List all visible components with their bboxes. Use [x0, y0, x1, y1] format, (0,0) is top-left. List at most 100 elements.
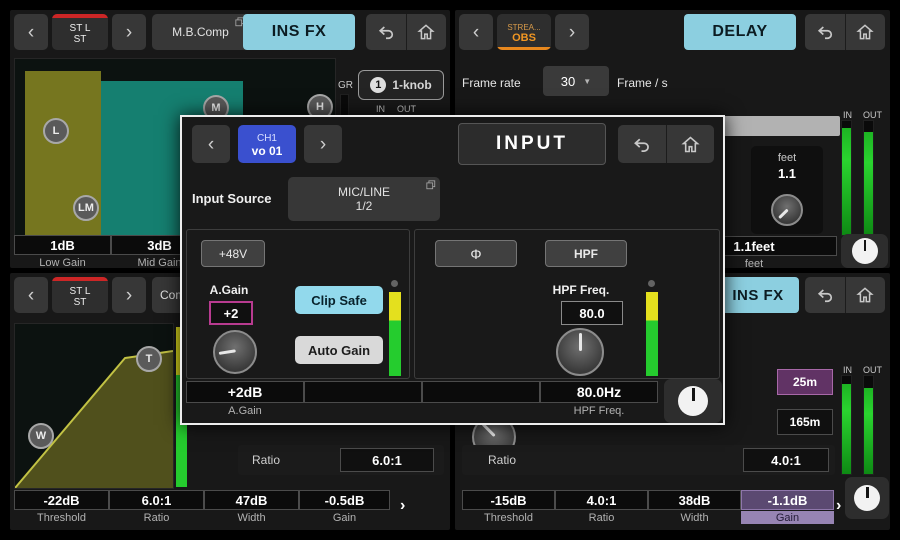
- channel-select-button[interactable]: STREA... OBS: [497, 14, 551, 50]
- param-bar: -22dB Threshold 6.0:1 Ratio 47dB Width -…: [14, 490, 390, 524]
- undo-button[interactable]: [805, 277, 845, 313]
- back-button[interactable]: ‹: [14, 14, 48, 50]
- in-meter: [841, 375, 852, 475]
- channel-select-button[interactable]: ST L ST: [52, 14, 108, 50]
- analog-gain-section: +48V A.Gain +2 Clip Safe Auto Gain: [186, 229, 410, 379]
- threshold-knob[interactable]: T: [136, 346, 162, 372]
- param-threshold[interactable]: -22dB Threshold: [14, 490, 109, 524]
- in-label: IN: [843, 365, 852, 375]
- controller-knob-icon: [854, 485, 880, 511]
- param-threshold[interactable]: -15dB Threshold: [462, 490, 555, 524]
- param-bar: +2dB A.Gain 80.0Hz HPF Freq.: [186, 381, 658, 418]
- next-button[interactable]: ›: [304, 125, 342, 163]
- param-value: -22dB: [14, 490, 109, 510]
- back-button[interactable]: ‹: [192, 125, 230, 163]
- param-width[interactable]: 47dB Width: [204, 490, 299, 524]
- ratio-value[interactable]: 6.0:1: [340, 448, 434, 472]
- out-label: OUT: [397, 104, 416, 114]
- lowmid-band-knob[interactable]: LM: [73, 195, 99, 221]
- controller-button[interactable]: [841, 234, 888, 268]
- more-chevron-icon[interactable]: ›: [400, 497, 405, 515]
- param-label: HPF Freq.: [540, 403, 658, 418]
- input-source-button[interactable]: MIC/LINE 1/2: [288, 177, 440, 221]
- home-icon: [855, 22, 875, 42]
- ratio-label: Ratio: [252, 453, 280, 467]
- compressor-display: T W: [14, 323, 174, 489]
- param-empty-1[interactable]: [304, 381, 422, 418]
- again-value[interactable]: +2: [209, 301, 253, 325]
- param-value: 80.0Hz: [540, 381, 658, 403]
- out-label: OUT: [863, 110, 882, 120]
- param-width[interactable]: 38dB Width: [648, 490, 741, 524]
- page-title: INS FX: [243, 14, 355, 50]
- hpf-freq-knob[interactable]: [556, 328, 604, 376]
- nav-group: [805, 14, 885, 50]
- again-meter: [389, 292, 401, 376]
- undo-button[interactable]: [805, 14, 845, 50]
- phase-hpf-section: Φ HPF HPF Freq. 80.0: [414, 229, 720, 379]
- one-knob-icon: 1: [370, 77, 386, 93]
- back-icon: ‹: [208, 135, 214, 154]
- delay-long-value[interactable]: 165m: [777, 409, 833, 435]
- more-chevron-icon[interactable]: ›: [836, 497, 841, 515]
- controller-button[interactable]: [664, 379, 722, 423]
- next-button[interactable]: ›: [112, 14, 146, 50]
- back-button[interactable]: ‹: [459, 14, 493, 50]
- param-low-gain[interactable]: 1dB Low Gain: [14, 235, 111, 269]
- width-knob[interactable]: W: [28, 423, 54, 449]
- param-label: A.Gain: [186, 403, 304, 418]
- frame-unit-label: Frame / s: [617, 76, 668, 90]
- undo-button[interactable]: [366, 14, 406, 50]
- mixer-screen: ‹ ST L ST › M.B.Comp INS FX L M H LM 1 1…: [0, 0, 900, 540]
- low-band-knob[interactable]: L: [43, 118, 69, 144]
- undo-icon: [815, 285, 835, 305]
- again-knob[interactable]: [213, 330, 257, 374]
- param-ratio[interactable]: 4.0:1 Ratio: [555, 490, 648, 524]
- param-label: Threshold: [14, 510, 109, 524]
- delay-time-knob[interactable]: [771, 194, 803, 226]
- back-button[interactable]: ‹: [14, 277, 48, 313]
- channel-select-button[interactable]: CH1 vo 01: [238, 125, 296, 163]
- home-icon: [855, 285, 875, 305]
- auto-gain-button[interactable]: Auto Gain: [295, 336, 383, 364]
- param-value: -0.5dB: [299, 490, 390, 510]
- param-gain[interactable]: -0.5dB Gain: [299, 490, 390, 524]
- gr-label: GR: [338, 80, 353, 91]
- preset-button[interactable]: M.B.Comp: [152, 14, 249, 50]
- home-button[interactable]: [845, 277, 886, 313]
- channel-color-bar: [52, 277, 108, 281]
- one-knob-button[interactable]: 1 1-knob: [358, 70, 444, 100]
- ratio-row: Ratio 6.0:1: [238, 445, 444, 475]
- phase-button[interactable]: Φ: [435, 240, 517, 267]
- delay-short-value[interactable]: 25m: [777, 369, 833, 395]
- frame-rate-value: 30: [561, 74, 575, 89]
- page-title: DELAY: [684, 14, 796, 50]
- clip-led: [391, 280, 398, 287]
- home-button[interactable]: [845, 14, 886, 50]
- undo-button[interactable]: [618, 125, 666, 163]
- param-empty-2[interactable]: [422, 381, 540, 418]
- home-button[interactable]: [406, 14, 447, 50]
- hpf-freq-value[interactable]: 80.0: [561, 301, 623, 325]
- channel-color-bar: [497, 47, 551, 50]
- param-hpf-freq[interactable]: 80.0Hz HPF Freq.: [540, 381, 658, 418]
- param-value: 47dB: [204, 490, 299, 510]
- param-again[interactable]: +2dB A.Gain: [186, 381, 304, 418]
- ratio-value[interactable]: 4.0:1: [743, 448, 829, 472]
- clip-safe-button[interactable]: Clip Safe: [295, 286, 383, 314]
- next-icon: ›: [320, 135, 326, 154]
- in-label: IN: [843, 110, 852, 120]
- home-button[interactable]: [666, 125, 715, 163]
- param-ratio[interactable]: 6.0:1 Ratio: [109, 490, 204, 524]
- channel-select-button[interactable]: ST L ST: [52, 277, 108, 313]
- frame-rate-select[interactable]: 30 ▼: [543, 66, 609, 96]
- hpf-button[interactable]: HPF: [545, 240, 627, 267]
- param-bar: 1dB Low Gain 3dB Mid Gain: [14, 235, 208, 269]
- phantom-power-button[interactable]: +48V: [201, 240, 265, 267]
- next-button[interactable]: ›: [555, 14, 589, 50]
- param-gain[interactable]: -1.1dB Gain: [741, 490, 834, 524]
- next-icon: ›: [126, 23, 132, 42]
- home-icon: [416, 22, 436, 42]
- next-button[interactable]: ›: [112, 277, 146, 313]
- controller-button[interactable]: [845, 477, 889, 519]
